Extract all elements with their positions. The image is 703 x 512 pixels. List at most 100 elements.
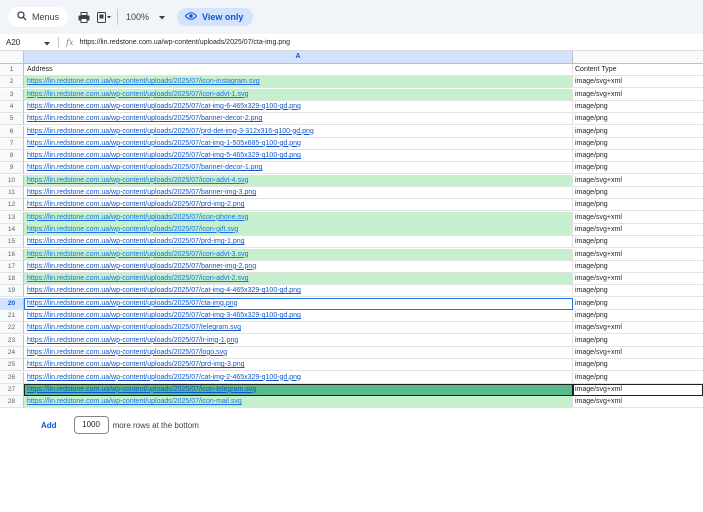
address-cell[interactable]: https://lin.redstone.com.ua/wp-content/u… bbox=[24, 113, 573, 126]
content-type-cell[interactable]: image/svg+xml bbox=[573, 224, 703, 236]
address-cell[interactable]: https://lin.redstone.com.ua/wp-content/u… bbox=[24, 297, 573, 310]
row-number[interactable]: 15 bbox=[0, 236, 24, 249]
address-cell[interactable]: https://lin.redstone.com.ua/wp-content/u… bbox=[24, 260, 573, 273]
row-number[interactable]: 14 bbox=[0, 223, 24, 236]
row-number[interactable]: 21 bbox=[0, 310, 24, 322]
address-cell[interactable]: https://lin.redstone.com.ua/wp-content/u… bbox=[24, 236, 573, 249]
row-number[interactable]: 20 bbox=[0, 297, 24, 310]
row-number[interactable]: 7 bbox=[0, 137, 24, 150]
row-number[interactable]: 26 bbox=[0, 371, 24, 384]
address-cell[interactable]: https://lin.redstone.com.ua/wp-content/u… bbox=[24, 371, 573, 384]
address-cell[interactable]: https://lin.redstone.com.ua/wp-content/u… bbox=[24, 187, 573, 199]
content-type-header-cell[interactable]: Content Type bbox=[573, 64, 703, 76]
address-cell[interactable]: https://lin.redstone.com.ua/wp-content/u… bbox=[24, 174, 573, 187]
address-cell[interactable]: https://lin.redstone.com.ua/wp-content/u… bbox=[24, 285, 573, 298]
content-type-cell[interactable]: image/svg+xml bbox=[573, 383, 703, 396]
content-type-cell[interactable]: image/svg+xml bbox=[573, 175, 703, 187]
row-number[interactable]: 19 bbox=[0, 285, 24, 298]
address-cell[interactable]: https://lin.redstone.com.ua/wp-content/u… bbox=[24, 199, 573, 212]
row-number[interactable]: 5 bbox=[0, 113, 24, 126]
row-number[interactable]: 2 bbox=[0, 76, 24, 89]
content-type-cell[interactable]: image/png bbox=[573, 113, 703, 126]
address-cell[interactable]: https://lin.redstone.com.ua/wp-content/u… bbox=[24, 322, 573, 335]
row-number[interactable]: 9 bbox=[0, 162, 24, 175]
formula-input[interactable]: https://lin.redstone.com.ua/wp-content/u… bbox=[79, 39, 290, 46]
content-type-cell[interactable]: image/png bbox=[573, 310, 703, 322]
content-type-cell[interactable]: image/svg+xml bbox=[573, 249, 703, 261]
address-cell[interactable]: https://lin.redstone.com.ua/wp-content/u… bbox=[24, 396, 573, 409]
zoom-select[interactable]: 100% bbox=[126, 12, 166, 22]
address-cell[interactable]: https://lin.redstone.com.ua/wp-content/u… bbox=[24, 162, 573, 175]
content-type-cell[interactable]: image/svg+xml bbox=[573, 322, 703, 335]
table-row: 3 https://lin.redstone.com.ua/wp-content/… bbox=[0, 88, 703, 101]
content-type-cell[interactable]: image/svg+xml bbox=[573, 273, 703, 286]
address-cell[interactable]: https://lin.redstone.com.ua/wp-content/u… bbox=[24, 383, 573, 396]
menus-button[interactable]: Menus bbox=[8, 7, 69, 27]
address-cell[interactable]: https://lin.redstone.com.ua/wp-content/u… bbox=[24, 211, 573, 224]
content-type-cell[interactable]: image/png bbox=[573, 199, 703, 212]
row-number[interactable]: 24 bbox=[0, 346, 24, 359]
row-number[interactable]: 25 bbox=[0, 359, 24, 372]
address-cell[interactable]: https://lin.redstone.com.ua/wp-content/u… bbox=[24, 88, 573, 101]
row-number[interactable]: 18 bbox=[0, 273, 24, 286]
address-cell[interactable]: https://lin.redstone.com.ua/wp-content/u… bbox=[24, 248, 573, 261]
address-cell[interactable]: https://lin.redstone.com.ua/wp-content/u… bbox=[24, 359, 573, 372]
content-type-cell[interactable]: image/svg+xml bbox=[573, 76, 703, 89]
row-number[interactable]: 13 bbox=[0, 211, 24, 224]
column-header-b[interactable] bbox=[573, 51, 703, 64]
row-number[interactable]: 8 bbox=[0, 150, 24, 163]
name-box[interactable]: A20 bbox=[0, 34, 56, 51]
row-number[interactable]: 28 bbox=[0, 396, 24, 409]
row-number[interactable]: 16 bbox=[0, 248, 24, 261]
print-icon[interactable] bbox=[78, 7, 90, 27]
content-type-cell[interactable]: image/svg+xml bbox=[573, 347, 703, 359]
content-type-cell[interactable]: image/png bbox=[573, 101, 703, 113]
content-type-cell[interactable]: image/png bbox=[573, 162, 703, 175]
content-type-cell[interactable]: image/png bbox=[573, 126, 703, 138]
row-number[interactable]: 12 bbox=[0, 199, 24, 212]
content-type-cell[interactable]: image/svg+xml bbox=[573, 212, 703, 224]
address-cell[interactable]: https://lin.redstone.com.ua/wp-content/u… bbox=[24, 150, 573, 163]
address-cell[interactable]: https://lin.redstone.com.ua/wp-content/u… bbox=[24, 100, 573, 113]
rows-count-input[interactable]: 1000 bbox=[73, 416, 109, 434]
row-number[interactable]: 11 bbox=[0, 187, 24, 199]
content-type-cell[interactable]: image/png bbox=[573, 298, 703, 310]
select-all-corner[interactable] bbox=[0, 51, 24, 64]
view-only-button[interactable]: View only bbox=[177, 8, 254, 26]
content-type-cell[interactable]: image/png bbox=[573, 261, 703, 273]
content-type-cell[interactable]: image/png bbox=[573, 150, 703, 163]
content-type-cell[interactable]: image/png bbox=[573, 285, 703, 298]
address-cell[interactable]: https://lin.redstone.com.ua/wp-content/u… bbox=[24, 334, 573, 347]
row-number[interactable]: 23 bbox=[0, 334, 24, 347]
content-type-cell[interactable]: image/png bbox=[573, 236, 703, 249]
table-row: 6 https://lin.redstone.com.ua/wp-content/… bbox=[0, 125, 703, 138]
address-cell[interactable]: https://lin.redstone.com.ua/wp-content/u… bbox=[24, 137, 573, 150]
row-number[interactable]: 4 bbox=[0, 100, 24, 113]
content-type-cell[interactable]: image/png bbox=[573, 138, 703, 150]
address-cell[interactable]: https://lin.redstone.com.ua/wp-content/u… bbox=[24, 346, 573, 359]
table-row: 27 https://lin.redstone.com.ua/wp-content… bbox=[0, 383, 703, 396]
paint-format-icon[interactable] bbox=[97, 7, 112, 27]
column-header-a[interactable]: A bbox=[24, 51, 573, 64]
content-type-cell[interactable]: image/png bbox=[573, 359, 703, 372]
add-rows-button[interactable]: Add bbox=[41, 421, 57, 430]
content-type-cell[interactable]: image/png bbox=[573, 372, 703, 384]
row-number[interactable]: 1 bbox=[0, 64, 24, 76]
row-number[interactable]: 10 bbox=[0, 174, 24, 187]
row-number[interactable]: 17 bbox=[0, 260, 24, 273]
row-number[interactable]: 3 bbox=[0, 88, 24, 101]
address-cell[interactable]: https://lin.redstone.com.ua/wp-content/u… bbox=[24, 76, 573, 89]
row-number[interactable]: 6 bbox=[0, 125, 24, 138]
chevron-down-icon bbox=[44, 39, 50, 48]
row-number[interactable]: 27 bbox=[0, 383, 24, 396]
content-type-cell[interactable]: image/svg+xml bbox=[573, 89, 703, 101]
address-cell[interactable]: https://lin.redstone.com.ua/wp-content/u… bbox=[24, 125, 573, 138]
address-cell[interactable]: https://lin.redstone.com.ua/wp-content/u… bbox=[24, 273, 573, 286]
content-type-cell[interactable]: image/svg+xml bbox=[573, 396, 703, 409]
content-type-cell[interactable]: image/png bbox=[573, 335, 703, 347]
address-header-cell[interactable]: Address bbox=[24, 64, 573, 76]
address-cell[interactable]: https://lin.redstone.com.ua/wp-content/u… bbox=[24, 310, 573, 322]
address-cell[interactable]: https://lin.redstone.com.ua/wp-content/u… bbox=[24, 223, 573, 236]
content-type-cell[interactable]: image/png bbox=[573, 187, 703, 199]
row-number[interactable]: 22 bbox=[0, 322, 24, 335]
